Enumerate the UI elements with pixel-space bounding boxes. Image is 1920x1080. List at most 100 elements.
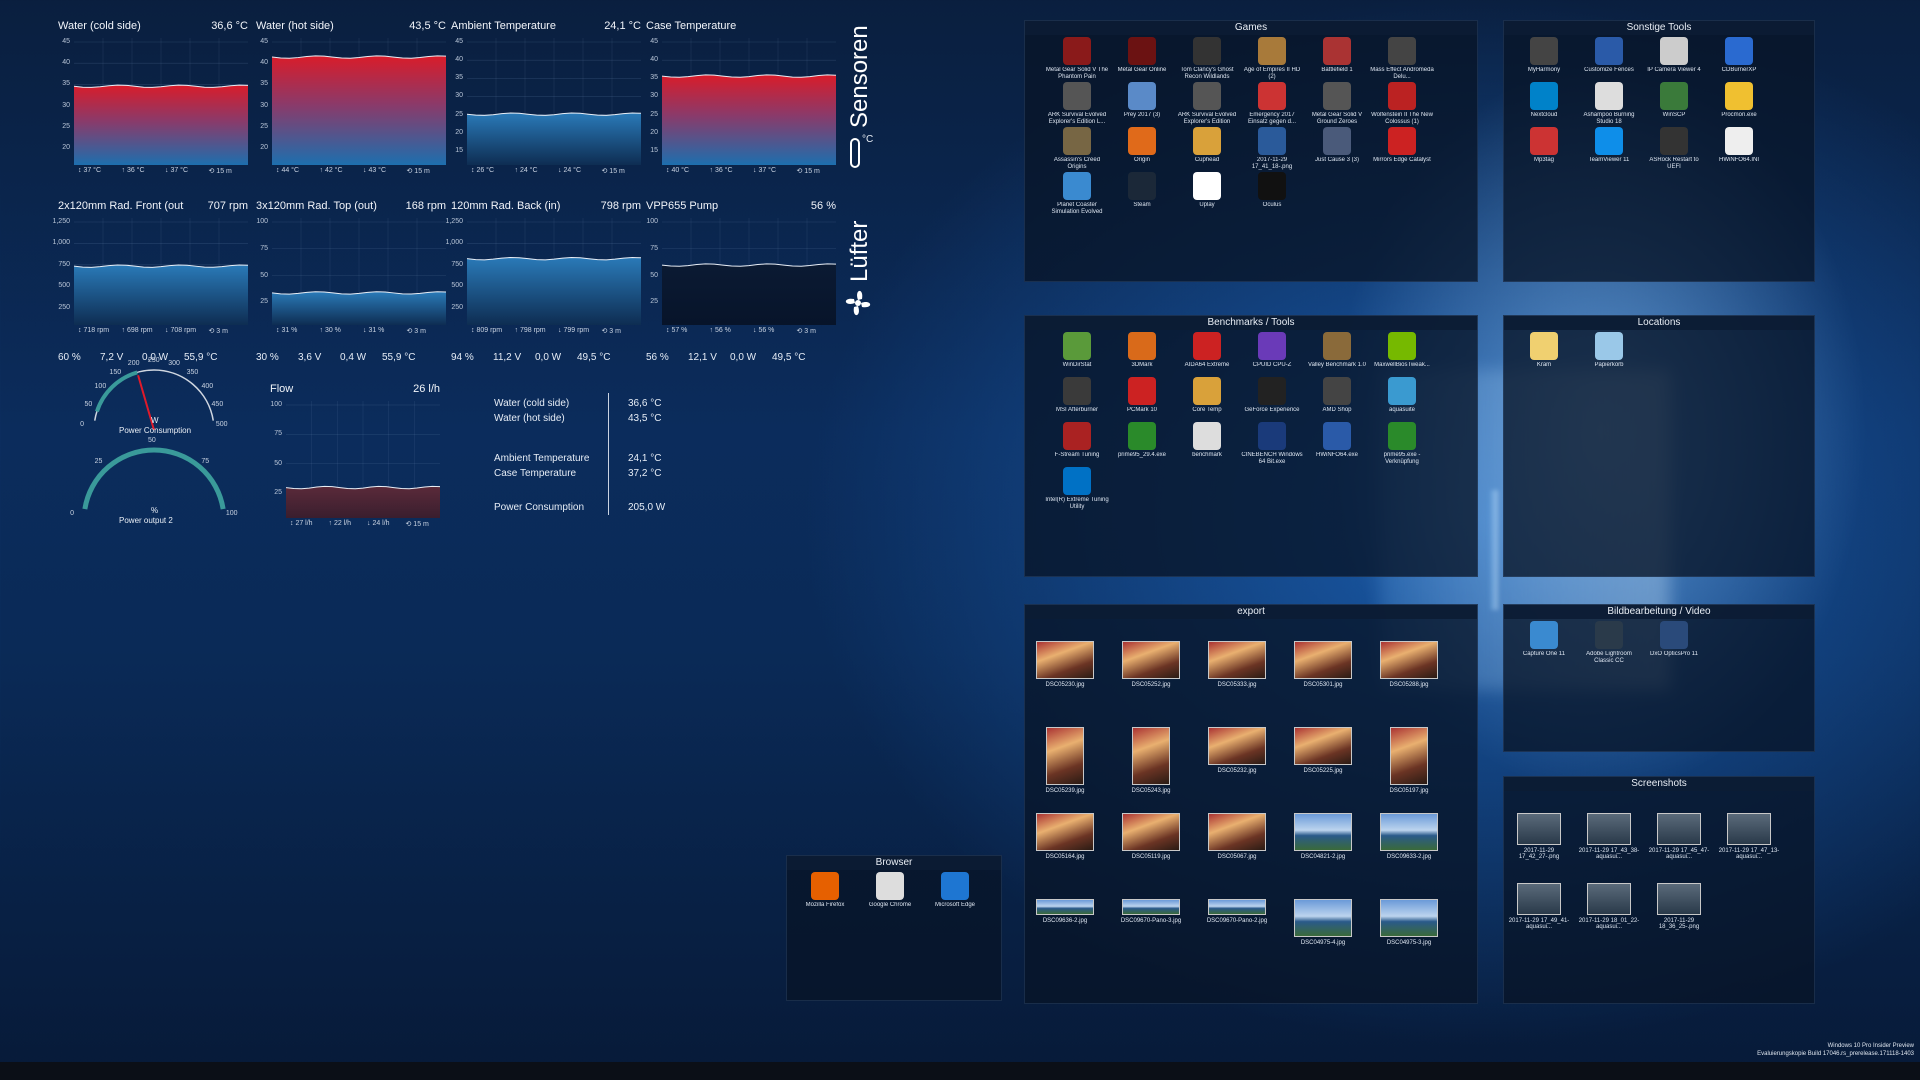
- desktop-icon[interactable]: Mass Effect Andromeda Delu...: [1370, 37, 1434, 81]
- file-label: DSC09670-Pano-3.jpg: [1120, 918, 1182, 924]
- desktop-icon[interactable]: Metal Gear Solid V The Phantom Pain: [1045, 37, 1109, 81]
- desktop-icon[interactable]: Uplay: [1175, 172, 1239, 209]
- file-thumbnail[interactable]: DSC05301.jpg: [1288, 641, 1358, 688]
- desktop-icon[interactable]: WinDirStat: [1045, 332, 1109, 369]
- desktop-icon[interactable]: Capture One 11: [1512, 621, 1576, 658]
- fence-screenshots[interactable]: Screenshots 2017-11-29 17_42_27-.png 2017-…: [1503, 776, 1815, 1004]
- desktop-icon[interactable]: 3DMark: [1110, 332, 1174, 369]
- desktop-icon[interactable]: F-Stream Tuning: [1045, 422, 1109, 459]
- desktop-icon[interactable]: Nextcloud: [1512, 82, 1576, 119]
- desktop-icon[interactable]: Prey 2017 (3): [1110, 82, 1174, 119]
- fence-tools[interactable]: Sonstige Tools MyHarmony Customize Fences I…: [1503, 20, 1815, 282]
- file-thumbnail[interactable]: DSC09636-2.jpg: [1030, 899, 1100, 924]
- desktop-icon[interactable]: prime95_29.4.exe: [1110, 422, 1174, 459]
- desktop-icon[interactable]: ASRock Restart to UEFI: [1642, 127, 1706, 171]
- desktop-icon[interactable]: TeamViewer 11: [1577, 127, 1641, 164]
- thermometer-icon: [850, 138, 860, 168]
- file-thumbnail[interactable]: DSC05230.jpg: [1030, 641, 1100, 688]
- desktop-icon[interactable]: Origin: [1110, 127, 1174, 164]
- desktop-icon[interactable]: CDBurnerXP: [1707, 37, 1771, 74]
- desktop-icon[interactable]: HWiNFO64.INI: [1707, 127, 1771, 164]
- file-thumbnail[interactable]: DSC04975-4.jpg: [1288, 899, 1358, 946]
- desktop-icon[interactable]: Wolfenstein II The New Colossus (1): [1370, 82, 1434, 126]
- fence-locations[interactable]: Locations Kram Papierkorb: [1503, 315, 1815, 577]
- file-thumbnail[interactable]: 2017-11-29 17_47_13-aquasui...: [1714, 813, 1784, 860]
- file-thumbnail[interactable]: DSC05288.jpg: [1374, 641, 1444, 688]
- file-thumbnail[interactable]: DSC05232.jpg: [1202, 727, 1272, 774]
- image-preview: [1208, 641, 1266, 679]
- file-thumbnail[interactable]: DSC05239.jpg: [1030, 727, 1100, 794]
- file-thumbnail[interactable]: DSC05252.jpg: [1116, 641, 1186, 688]
- desktop-icon[interactable]: DxO OpticsPro 11: [1642, 621, 1706, 658]
- file-thumbnail[interactable]: 2017-11-29 17_42_27-.png: [1504, 813, 1574, 860]
- desktop-icon[interactable]: Kram: [1512, 332, 1576, 369]
- desktop-icon[interactable]: Mp3tag: [1512, 127, 1576, 164]
- desktop-icon[interactable]: prime95.exe - Verknüpfung: [1370, 422, 1434, 466]
- desktop-icon[interactable]: Just Cause 3 (3): [1305, 127, 1369, 164]
- file-thumbnail[interactable]: DSC05119.jpg: [1116, 813, 1186, 860]
- desktop-icon[interactable]: Assassin's Creed Origins: [1045, 127, 1109, 171]
- fence-browser[interactable]: Browser Mozilla Firefox Google Chrome Micro…: [786, 855, 1002, 1001]
- desktop-icon[interactable]: Tom Clancy's Ghost Recon Wildlands: [1175, 37, 1239, 81]
- desktop-icon[interactable]: Cuphead: [1175, 127, 1239, 164]
- desktop-icon[interactable]: WinSCP: [1642, 82, 1706, 119]
- desktop-icon[interactable]: Ashampoo Burning Studio 18: [1577, 82, 1641, 126]
- desktop-icon[interactable]: Mozilla Firefox: [793, 872, 857, 909]
- desktop-icon[interactable]: Adobe Lightroom Classic CC: [1577, 621, 1641, 665]
- desktop-icon[interactable]: Emergency 2017 Einsatz gegen d...: [1240, 82, 1304, 126]
- file-thumbnail[interactable]: DSC05197.jpg: [1374, 727, 1444, 794]
- file-thumbnail[interactable]: 2017-11-29 17_43_38-aquasui...: [1574, 813, 1644, 860]
- file-thumbnail[interactable]: DSC05243.jpg: [1116, 727, 1186, 794]
- file-thumbnail[interactable]: 2017-11-29 17_49_41-aquasui...: [1504, 883, 1574, 930]
- desktop-icon[interactable]: CINEBENCH Windows 64 Bit.exe: [1240, 422, 1304, 466]
- desktop-icon[interactable]: Metal Gear Solid V Ground Zeroes: [1305, 82, 1369, 126]
- fence-export[interactable]: export DSC05230.jpg DSC05252.jpg DSC05333.j…: [1024, 604, 1478, 1004]
- desktop-icon[interactable]: Battlefield 1: [1305, 37, 1369, 74]
- file-thumbnail[interactable]: 2017-11-29 18_36_25-.png: [1644, 883, 1714, 930]
- file-thumbnail[interactable]: DSC05225.jpg: [1288, 727, 1358, 774]
- fence-bild[interactable]: Bildbearbeitung / Video Capture One 11 Ado…: [1503, 604, 1815, 752]
- desktop-icon[interactable]: MyHarmony: [1512, 37, 1576, 74]
- desktop-icon[interactable]: Intel(R) Extreme Tuning Utility: [1045, 467, 1109, 511]
- desktop-icon[interactable]: Oculus: [1240, 172, 1304, 209]
- desktop-icon[interactable]: AMD Shop: [1305, 377, 1369, 414]
- desktop-icon[interactable]: benchmark: [1175, 422, 1239, 459]
- desktop-icon[interactable]: Papierkorb: [1577, 332, 1641, 369]
- file-thumbnail[interactable]: DSC04821-2.jpg: [1288, 813, 1358, 860]
- desktop-icon[interactable]: Metal Gear Online: [1110, 37, 1174, 74]
- file-thumbnail[interactable]: DSC09670-Pano-3.jpg: [1116, 899, 1186, 924]
- desktop-icon[interactable]: aquasuite: [1370, 377, 1434, 414]
- file-thumbnail[interactable]: 2017-11-29 17_45_47-aquasui...: [1644, 813, 1714, 860]
- file-thumbnail[interactable]: DSC09633-2.jpg: [1374, 813, 1444, 860]
- desktop-icon[interactable]: Google Chrome: [858, 872, 922, 909]
- desktop-icon[interactable]: CPUID CPU-Z: [1240, 332, 1304, 369]
- desktop-icon[interactable]: Steam: [1110, 172, 1174, 209]
- desktop-icon[interactable]: IP Camera Viewer 4: [1642, 37, 1706, 74]
- desktop-icon[interactable]: PCMark 10: [1110, 377, 1174, 414]
- desktop-icon[interactable]: GeForce Experience: [1240, 377, 1304, 414]
- desktop-icon[interactable]: Planet Coaster Simulation Evolved: [1045, 172, 1109, 216]
- desktop-icon[interactable]: AIDA64 Extreme: [1175, 332, 1239, 369]
- file-thumbnail[interactable]: DSC05333.jpg: [1202, 641, 1272, 688]
- desktop-icon[interactable]: MSI Afterburner: [1045, 377, 1109, 414]
- fence-games[interactable]: Games Metal Gear Solid V The Phantom Pain…: [1024, 20, 1478, 282]
- file-thumbnail[interactable]: 2017-11-29 18_01_22-aquasui...: [1574, 883, 1644, 930]
- fence-benchmarks[interactable]: Benchmarks / Tools WinDirStat 3DMark AIDA64…: [1024, 315, 1478, 577]
- file-thumbnail[interactable]: DSC05067.jpg: [1202, 813, 1272, 860]
- desktop-icon[interactable]: Age of Empires II HD (2): [1240, 37, 1304, 81]
- icon-label: Procmon.exe: [1721, 112, 1757, 118]
- file-thumbnail[interactable]: DSC04975-3.jpg: [1374, 899, 1444, 946]
- desktop-icon[interactable]: Customize Fences: [1577, 37, 1641, 74]
- desktop-icon[interactable]: MaxwellBiosTweak...: [1370, 332, 1434, 369]
- desktop-icon[interactable]: Core Temp: [1175, 377, 1239, 414]
- desktop-icon[interactable]: 2017-11-29 17_41_18-.png: [1240, 127, 1304, 171]
- desktop-icon[interactable]: Microsoft Edge: [923, 872, 987, 909]
- desktop-icon[interactable]: Procmon.exe: [1707, 82, 1771, 119]
- desktop-icon[interactable]: ARK Survival Evolved Explorer's Edition …: [1045, 82, 1109, 126]
- file-thumbnail[interactable]: DSC09670-Pano-2.jpg: [1202, 899, 1272, 924]
- desktop-icon[interactable]: Valley Benchmark 1.0: [1305, 332, 1369, 369]
- desktop-icon[interactable]: Mirrors Edge Catalyst: [1370, 127, 1434, 164]
- desktop-icon[interactable]: ARK Survival Evolved Explorer's Edition: [1175, 82, 1239, 126]
- desktop-icon[interactable]: HWiNFO64.exe: [1305, 422, 1369, 459]
- file-thumbnail[interactable]: DSC05164.jpg: [1030, 813, 1100, 860]
